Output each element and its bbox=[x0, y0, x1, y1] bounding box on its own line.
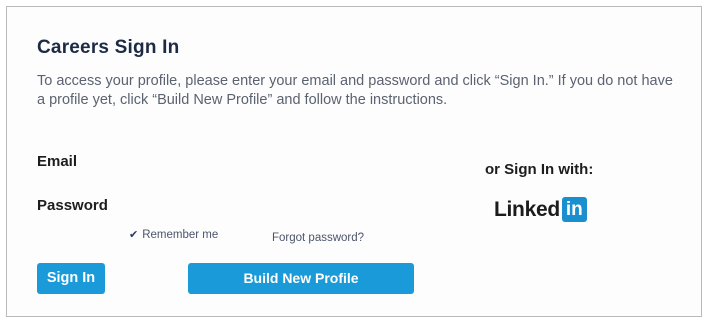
remember-me-checkbox[interactable]: ✔ Remember me bbox=[129, 229, 218, 241]
build-new-profile-button[interactable]: Build New Profile bbox=[188, 263, 414, 294]
intro-text: To access your profile, please enter you… bbox=[37, 73, 673, 108]
check-icon: ✔ bbox=[129, 228, 139, 241]
sign-in-button[interactable]: Sign In bbox=[37, 263, 105, 294]
remember-me-label: Remember me bbox=[142, 229, 219, 241]
password-field[interactable] bbox=[127, 193, 437, 219]
linkedin-logo-text: Linked bbox=[494, 197, 560, 221]
forgot-password-link[interactable]: Forgot password? bbox=[272, 232, 364, 244]
linkedin-sign-in-button[interactable]: Linked in bbox=[494, 197, 587, 222]
email-field[interactable] bbox=[127, 149, 437, 175]
password-label: Password bbox=[37, 197, 108, 214]
email-label: Email bbox=[37, 153, 78, 170]
linkedin-logo-icon: in bbox=[561, 197, 587, 222]
sign-in-panel: Careers Sign In To access your profile, … bbox=[6, 6, 702, 317]
page-title: Careers Sign In bbox=[37, 37, 180, 58]
social-sign-in-heading: or Sign In with: bbox=[485, 161, 594, 178]
